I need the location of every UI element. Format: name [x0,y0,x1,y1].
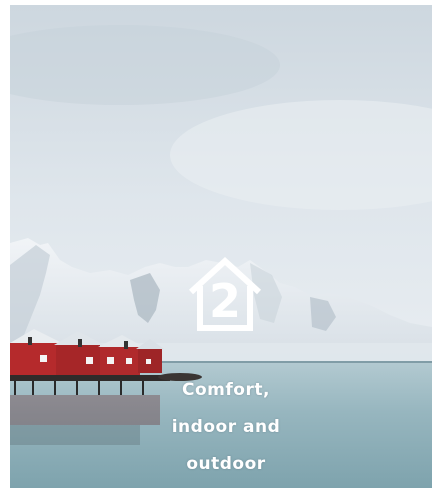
caption-text: Comfort, indoor and outdoor [120,372,332,483]
photo-tile[interactable]: 2 Comfort, indoor and outdoor [10,5,432,488]
caption-line: outdoor [186,454,266,474]
caption-line: indoor and [171,417,281,437]
section-number: 2 [208,274,241,328]
caption-line: Comfort, [182,380,270,400]
